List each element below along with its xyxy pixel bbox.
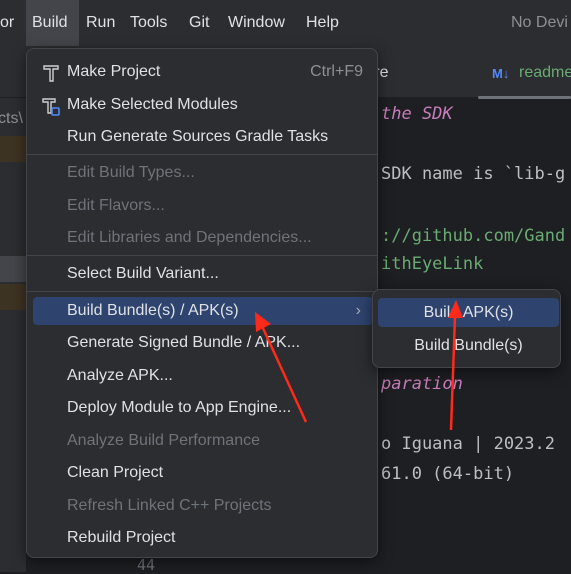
project-panel: cts\ bbox=[0, 98, 26, 572]
menu-separator bbox=[27, 291, 377, 292]
shortcut-label: Ctrl+F9 bbox=[310, 63, 363, 80]
code-line: the SDK bbox=[381, 104, 453, 124]
project-path: cts\ bbox=[0, 110, 23, 127]
code-line: ithEyeLink bbox=[381, 254, 484, 274]
line-number: 44 bbox=[137, 556, 156, 574]
menu-item-analyze-build-performance: Analyze Build Performance bbox=[67, 432, 260, 449]
menu-help[interactable]: Help bbox=[300, 0, 345, 46]
menu-item-label: Make Project bbox=[67, 63, 161, 80]
code-line: 61.0 (64-bit) bbox=[381, 464, 515, 484]
menu-item-edit-flavors: Edit Flavors... bbox=[67, 197, 165, 214]
menu-item-make-project[interactable]: Make Project Ctrl+F9 bbox=[33, 58, 373, 86]
markdown-icon: M↓ bbox=[492, 66, 510, 81]
code-line: ://github.com/Gand bbox=[381, 226, 566, 246]
hammer-icon bbox=[43, 65, 59, 82]
menu-window[interactable]: Window bbox=[222, 0, 291, 46]
menu-item-build-bundle-apk[interactable]: Build Bundle(s) / APK(s) › bbox=[33, 297, 373, 325]
menu-item-select-build-variant[interactable]: Select Build Variant... bbox=[33, 260, 373, 288]
tab-readme[interactable]: readme bbox=[519, 64, 571, 82]
code-line: o Iguana | 2023.2 bbox=[381, 434, 555, 454]
active-tab-indicator bbox=[478, 96, 571, 99]
device-selector[interactable]: No Devi bbox=[511, 0, 568, 46]
menu-git[interactable]: Git bbox=[183, 0, 215, 46]
menu-item-generate-signed[interactable]: Generate Signed Bundle / APK... bbox=[33, 329, 373, 357]
menu-item-edit-libraries: Edit Libraries and Dependencies... bbox=[67, 229, 312, 246]
menu-separator bbox=[27, 255, 377, 256]
menu-separator bbox=[27, 154, 377, 155]
menu-bar: or Build Run Tools Git Window Help No De… bbox=[0, 0, 571, 46]
hammer-module-icon bbox=[42, 98, 60, 116]
menu-item-deploy-module[interactable]: Deploy Module to App Engine... bbox=[33, 394, 373, 422]
menu-run[interactable]: Run bbox=[80, 0, 121, 46]
menu-item-clean-project[interactable]: Clean Project bbox=[33, 459, 373, 487]
menu-item-refresh-linked-cpp: Refresh Linked C++ Projects bbox=[67, 497, 272, 514]
submenu-item-build-bundle[interactable]: Build Bundle(s) bbox=[378, 331, 559, 360]
menu-build[interactable]: Build bbox=[26, 0, 79, 46]
menu-item-edit-build-types: Edit Build Types... bbox=[67, 164, 195, 181]
menu-item-run-generate-sources[interactable]: Run Generate Sources Gradle Tasks bbox=[33, 123, 373, 151]
submenu-item-build-apk[interactable]: Build APK(s) bbox=[378, 298, 559, 327]
menu-item-label: Build Bundle(s) / APK(s) bbox=[67, 302, 239, 319]
chevron-right-icon: › bbox=[355, 302, 361, 319]
menu-item-analyze-apk[interactable]: Analyze APK... bbox=[33, 362, 373, 390]
menu-item-label: Make Selected Modules bbox=[67, 96, 238, 113]
build-menu: Make Project Ctrl+F9 Make Selected Modul… bbox=[26, 48, 378, 558]
code-line: paration bbox=[381, 374, 463, 394]
menu-editor-partial[interactable]: or bbox=[0, 0, 20, 46]
menu-tools[interactable]: Tools bbox=[124, 0, 173, 46]
build-submenu: Build APK(s) Build Bundle(s) bbox=[372, 289, 561, 368]
menu-item-make-selected-modules[interactable]: Make Selected Modules bbox=[33, 91, 373, 119]
code-line: SDK name is `lib-g bbox=[381, 164, 566, 184]
menu-item-rebuild-project[interactable]: Rebuild Project bbox=[33, 524, 373, 552]
